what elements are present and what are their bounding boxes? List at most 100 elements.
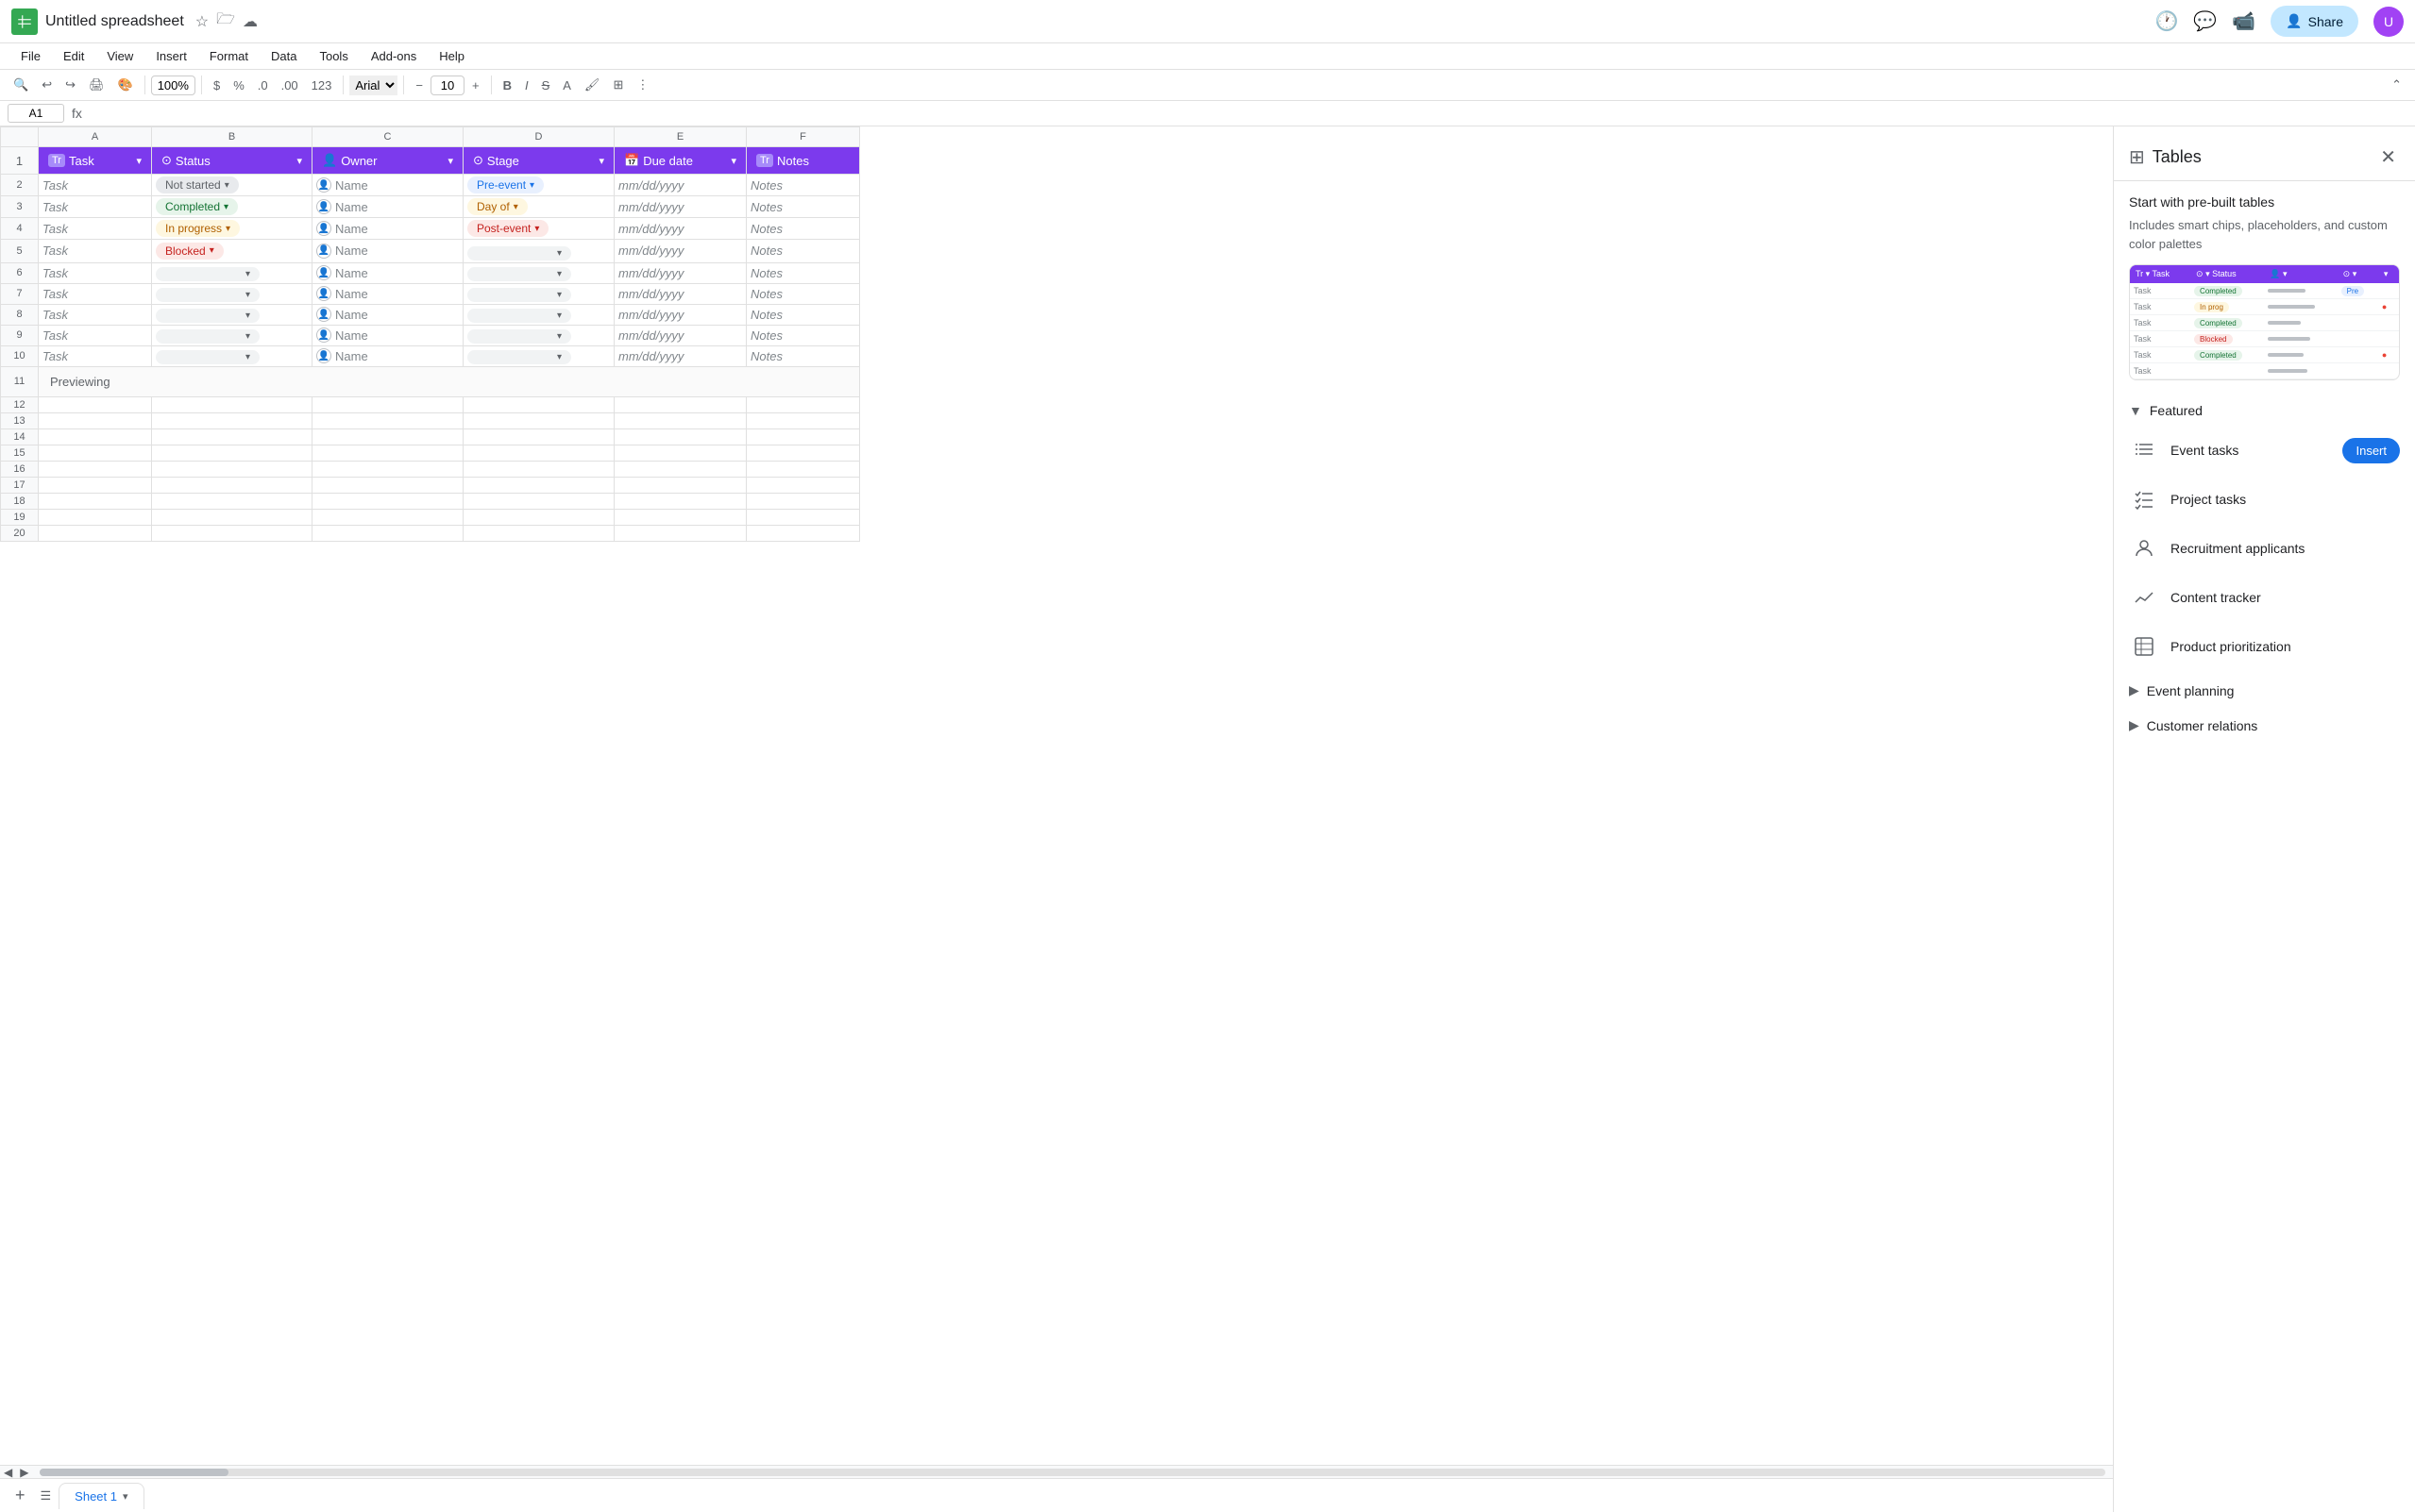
task-cell-9[interactable]: Task (39, 325, 152, 345)
col-header-d[interactable]: D (464, 127, 615, 147)
scroll-left-arrow[interactable]: ◀ (0, 1466, 16, 1479)
owner-cell-8[interactable]: 👤Name (312, 304, 464, 325)
col-header-b[interactable]: B (152, 127, 312, 147)
stage-cell-4[interactable]: Post-event ▾ (464, 218, 615, 240)
menu-addons[interactable]: Add-ons (362, 45, 426, 67)
stage-empty-10[interactable]: ▾ (467, 350, 571, 364)
menu-edit[interactable]: Edit (54, 45, 93, 67)
owner-cell-4[interactable]: 👤 Name (312, 218, 464, 240)
task-cell-7[interactable]: Task (39, 283, 152, 304)
folder-icon[interactable]: 🗁 (216, 8, 235, 34)
owner-cell-2[interactable]: 👤 Name (312, 175, 464, 196)
percent-button[interactable]: % (228, 75, 250, 96)
stage-cell-2[interactable]: Pre-event ▾ (464, 175, 615, 196)
status-cell-5[interactable]: Blocked ▾ (152, 240, 312, 263)
decrease-decimal[interactable]: .0 (252, 75, 274, 96)
date-cell-3[interactable]: mm/dd/yyyy (615, 196, 747, 218)
task-cell-3[interactable]: Task (39, 196, 152, 218)
stage-empty-6[interactable]: ▾ (467, 267, 571, 281)
owner-cell-5[interactable]: 👤 Name (312, 240, 464, 263)
status-cell-7[interactable]: ▾ (152, 283, 312, 304)
status-cell-8[interactable]: ▾ (152, 304, 312, 325)
stage-empty-7[interactable]: ▾ (467, 288, 571, 302)
task-cell-6[interactable]: Task (39, 262, 152, 283)
stage-empty-5[interactable]: ▾ (467, 246, 571, 260)
col-header-c[interactable]: C (312, 127, 464, 147)
header-owner[interactable]: 👤 Owner ▾ (312, 147, 464, 175)
stage-dropdown[interactable]: ▾ (599, 155, 604, 167)
stage-pre-badge[interactable]: Pre-event ▾ (467, 176, 544, 193)
menu-format[interactable]: Format (200, 45, 258, 67)
font-size-plus[interactable]: + (466, 75, 485, 96)
notes-cell-10[interactable]: Notes (747, 345, 860, 366)
owner-cell-10[interactable]: 👤Name (312, 345, 464, 366)
notes-cell-3[interactable]: Notes (747, 196, 860, 218)
status-badge-not-started[interactable]: Not started ▾ (156, 176, 239, 193)
stage-empty-8[interactable]: ▾ (467, 309, 571, 323)
task-cell-8[interactable]: Task (39, 304, 152, 325)
star-icon[interactable]: ☆ (195, 12, 209, 31)
search-button[interactable]: 🔍 (8, 74, 34, 96)
share-button[interactable]: 👤 Share (2271, 6, 2358, 37)
status-cell-2[interactable]: Not started ▾ (152, 175, 312, 196)
menu-help[interactable]: Help (430, 45, 474, 67)
task-dropdown[interactable]: ▾ (136, 155, 142, 167)
featured-section-header[interactable]: ▼ Featured (2114, 392, 2415, 426)
content-tracker-item[interactable]: Content tracker (2114, 573, 2415, 622)
date-dropdown[interactable]: ▾ (731, 155, 736, 167)
col-header-e[interactable]: E (615, 127, 747, 147)
notes-cell-7[interactable]: Notes (747, 283, 860, 304)
more-button[interactable]: ⋮ (631, 74, 654, 96)
customer-relations-section[interactable]: ▶ Customer relations (2114, 706, 2415, 741)
owner-cell-3[interactable]: 👤 Name (312, 196, 464, 218)
stage-empty-9[interactable]: ▾ (467, 329, 571, 344)
menu-view[interactable]: View (97, 45, 143, 67)
text-color-button[interactable]: A (557, 75, 577, 96)
owner-cell-9[interactable]: 👤Name (312, 325, 464, 345)
status-dropdown[interactable]: ▾ (296, 155, 302, 167)
sheet-container[interactable]: A B C D E F 1 Tr (0, 126, 2113, 1465)
date-cell-2[interactable]: mm/dd/yyyy (615, 175, 747, 196)
history-icon[interactable]: 🕐 (2154, 9, 2178, 33)
header-status[interactable]: ⊙ Status ▾ (152, 147, 312, 175)
status-empty-8[interactable]: ▾ (156, 309, 260, 323)
notes-cell-4[interactable]: Notes (747, 218, 860, 240)
hscroll-thumb[interactable] (40, 1469, 228, 1476)
stage-cell-10[interactable]: ▾ (464, 345, 615, 366)
sheet-tab-arrow[interactable]: ▾ (123, 1490, 128, 1503)
owner-dropdown[interactable]: ▾ (448, 155, 453, 167)
event-planning-section[interactable]: ▶ Event planning (2114, 671, 2415, 706)
stage-day-badge[interactable]: Day of ▾ (467, 198, 528, 215)
event-tasks-insert-button[interactable]: Insert (2342, 438, 2400, 463)
task-cell-10[interactable]: Task (39, 345, 152, 366)
notes-cell-2[interactable]: Notes (747, 175, 860, 196)
event-tasks-item[interactable]: Event tasks Insert (2114, 426, 2415, 475)
project-tasks-item[interactable]: Project tasks (2114, 475, 2415, 524)
status-cell-9[interactable]: ▾ (152, 325, 312, 345)
date-cell-5[interactable]: mm/dd/yyyy (615, 240, 747, 263)
status-empty-9[interactable]: ▾ (156, 329, 260, 344)
header-notes[interactable]: Tr Notes (747, 147, 860, 175)
notes-cell-5[interactable]: Notes (747, 240, 860, 263)
font-select[interactable]: Arial (349, 76, 397, 95)
date-cell-7[interactable]: mm/dd/yyyy (615, 283, 747, 304)
owner-cell-7[interactable]: 👤Name (312, 283, 464, 304)
hscroll-track[interactable] (40, 1469, 2105, 1476)
header-task[interactable]: Tr Task ▾ (39, 147, 152, 175)
date-cell-4[interactable]: mm/dd/yyyy (615, 218, 747, 240)
date-cell-9[interactable]: mm/dd/yyyy (615, 325, 747, 345)
stage-cell-6[interactable]: ▾ (464, 262, 615, 283)
status-empty-7[interactable]: ▾ (156, 288, 260, 302)
collapse-toolbar[interactable]: ⌃ (2386, 74, 2407, 96)
paint-format-button[interactable]: 🎨 (112, 74, 139, 96)
status-badge-completed[interactable]: Completed ▾ (156, 198, 238, 215)
notes-cell-6[interactable]: Notes (747, 262, 860, 283)
stage-cell-8[interactable]: ▾ (464, 304, 615, 325)
date-cell-10[interactable]: mm/dd/yyyy (615, 345, 747, 366)
stage-cell-5[interactable]: ▾ (464, 240, 615, 263)
status-cell-3[interactable]: Completed ▾ (152, 196, 312, 218)
sheet-menu-button[interactable]: ☰ (33, 1485, 59, 1507)
product-prioritization-item[interactable]: Product prioritization (2114, 622, 2415, 671)
comment-icon[interactable]: 💬 (2193, 9, 2217, 33)
fill-color-button[interactable]: 🖌 (579, 74, 606, 96)
